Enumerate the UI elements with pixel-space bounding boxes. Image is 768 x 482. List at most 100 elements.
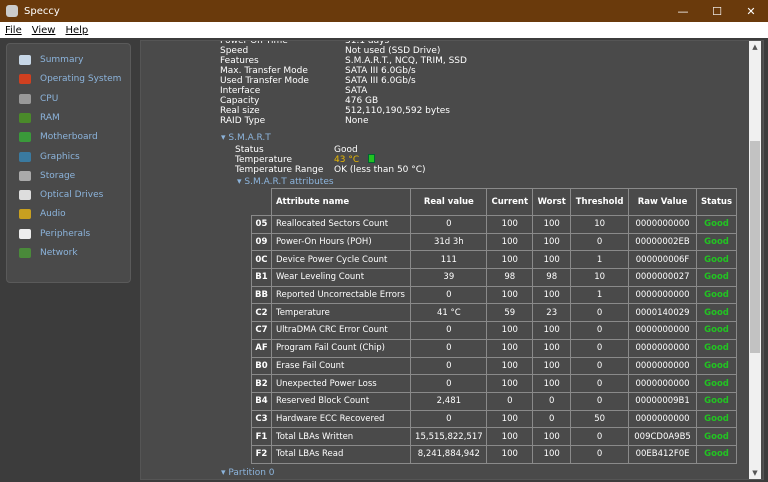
column-header[interactable]: Raw Value <box>628 188 697 216</box>
table-cell: 1 <box>570 250 630 270</box>
cpu-icon <box>19 93 31 104</box>
maximize-button[interactable]: ☐ <box>700 0 734 22</box>
smart-temp-value: 43 °C <box>334 155 360 165</box>
menu-help[interactable]: Help <box>65 25 88 36</box>
column-header[interactable]: Worst <box>532 188 572 216</box>
smart-attributes-toggle[interactable]: ▾ S.M.A.R.T attributes <box>237 177 334 187</box>
table-cell: 009CD0A9B5 <box>628 427 697 446</box>
table-cell: 0000000000 <box>628 321 697 340</box>
property-value: SATA <box>345 86 368 96</box>
close-button[interactable]: ✕ <box>734 0 768 22</box>
table-cell: 100 <box>486 409 534 429</box>
title-bar: Speccy — ☐ ✕ <box>0 0 768 22</box>
column-header[interactable]: Threshold <box>570 188 630 216</box>
scrollbar-thumb[interactable] <box>750 141 760 353</box>
scroll-up-icon[interactable]: ▲ <box>749 41 761 53</box>
table-cell: 0 <box>532 409 572 429</box>
table-cell: 0 <box>486 391 534 411</box>
sidebar-item-optical-drives[interactable]: Optical Drives <box>19 190 103 201</box>
motherboard-icon <box>19 132 31 143</box>
table-cell: 0 <box>410 374 488 393</box>
scroll-down-icon[interactable]: ▼ <box>749 467 761 479</box>
table-cell: 100 <box>486 285 534 305</box>
table-cell: 0000000000 <box>628 285 697 305</box>
sidebar-item-peripherals[interactable]: Peripherals <box>19 228 91 239</box>
table-cell: Good <box>696 391 737 411</box>
table-cell: C2 <box>251 303 272 323</box>
table-cell: 0 <box>570 427 630 446</box>
table-cell: Good <box>696 285 737 305</box>
sidebar-item-storage[interactable]: Storage <box>19 170 75 181</box>
sidebar-item-label: Graphics <box>40 151 80 162</box>
table-cell: 09 <box>251 232 272 252</box>
speccy-logo-icon <box>6 5 18 17</box>
table-row: B0 Erase Fail Count 0 100 100 0 0000000000 Good <box>251 356 737 376</box>
sidebar: Summary Operating System CPU RAM Motherboard… <box>6 43 131 283</box>
table-cell: 100 <box>532 356 572 376</box>
table-cell: 100 <box>532 444 572 464</box>
table-cell: 39 <box>410 268 488 287</box>
table-cell: 98 <box>486 268 534 287</box>
table-row: 0C Device Power Cycle Count 111 100 100 1 0000… <box>251 250 737 270</box>
sidebar-item-label: RAM <box>40 112 60 123</box>
smart-status-value: Good <box>334 145 358 155</box>
table-cell: 100 <box>532 321 572 340</box>
sidebar-item-cpu[interactable]: CPU <box>19 93 58 104</box>
column-header[interactable]: Attribute name <box>270 188 412 216</box>
table-cell: 0 <box>570 338 630 358</box>
sidebar-item-motherboard[interactable]: Motherboard <box>19 132 98 143</box>
sidebar-item-label: Motherboard <box>40 132 98 143</box>
smart-section-toggle[interactable]: ▾ S.M.A.R.T <box>221 133 271 143</box>
table-cell: Good <box>696 427 737 446</box>
sidebar-item-audio[interactable]: Audio <box>19 209 66 220</box>
table-cell: 10 <box>570 268 630 287</box>
sidebar-item-operating-system[interactable]: Operating System <box>19 74 121 85</box>
table-cell: 59 <box>486 303 534 323</box>
main-panel: ▾ S.M.A.R.T Status Good Temperature 43 °… <box>140 40 764 480</box>
table-row: F2 Total LBAs Read 8,241,884,942 100 100 0 00E… <box>251 444 737 464</box>
property-value: 512,110,190,592 bytes <box>345 106 450 116</box>
property-label: Features <box>220 56 259 66</box>
sidebar-item-network[interactable]: Network <box>19 248 78 258</box>
vertical-scrollbar[interactable]: ▲ ▼ <box>749 41 761 479</box>
sidebar-item-summary[interactable]: Summary <box>19 55 84 65</box>
table-cell: B2 <box>251 374 272 393</box>
table-cell: 0C <box>251 250 272 270</box>
table-cell: 100 <box>486 338 534 358</box>
table-cell: C7 <box>251 321 272 340</box>
menu-file[interactable]: File <box>5 25 22 36</box>
table-cell: 0000000000 <box>628 374 697 393</box>
window-title: Speccy <box>24 5 60 17</box>
table-cell: Erase Fail Count <box>270 356 412 376</box>
property-label: Real size <box>220 106 260 116</box>
table-cell: Good <box>696 338 737 358</box>
table-cell: 8,241,884,942 <box>410 444 488 464</box>
header-id <box>251 188 272 216</box>
table-cell: 100 <box>486 427 534 446</box>
table-cell: 31d 3h <box>410 232 488 252</box>
column-header[interactable]: Current <box>486 188 534 216</box>
sidebar-item-label: Peripherals <box>40 228 91 239</box>
column-header[interactable]: Real value <box>410 188 488 216</box>
table-cell: Good <box>696 409 737 429</box>
table-cell: Total LBAs Written <box>270 427 412 446</box>
menu-view[interactable]: View <box>32 25 56 36</box>
table-cell: Hardware ECC Recovered <box>270 409 412 429</box>
table-row: AF Program Fail Count (Chip) 0 100 100 0 00000… <box>251 338 737 358</box>
summary-icon <box>19 55 31 65</box>
property-value: SATA III 6.0Gb/s <box>345 66 416 76</box>
sidebar-item-ram[interactable]: RAM <box>19 112 60 123</box>
table-cell: 0000000000 <box>628 338 697 358</box>
smart-range-value: OK (less than 50 °C) <box>334 165 426 175</box>
partition-toggle[interactable]: ▾ Partition 0 <box>221 468 275 478</box>
sidebar-item-graphics[interactable]: Graphics <box>19 151 80 162</box>
column-header[interactable]: Status <box>696 188 737 216</box>
property-label: Speed <box>220 46 249 56</box>
table-cell: 100 <box>486 232 534 252</box>
minimize-button[interactable]: — <box>666 0 700 22</box>
table-row: 09 Power-On Hours (POH) 31d 3h 100 100 0 00000… <box>251 232 737 252</box>
table-row: C3 Hardware ECC Recovered 0 100 0 50 000000000… <box>251 409 737 429</box>
table-cell: B0 <box>251 356 272 376</box>
table-cell: C3 <box>251 409 272 429</box>
table-cell: 100 <box>532 285 572 305</box>
